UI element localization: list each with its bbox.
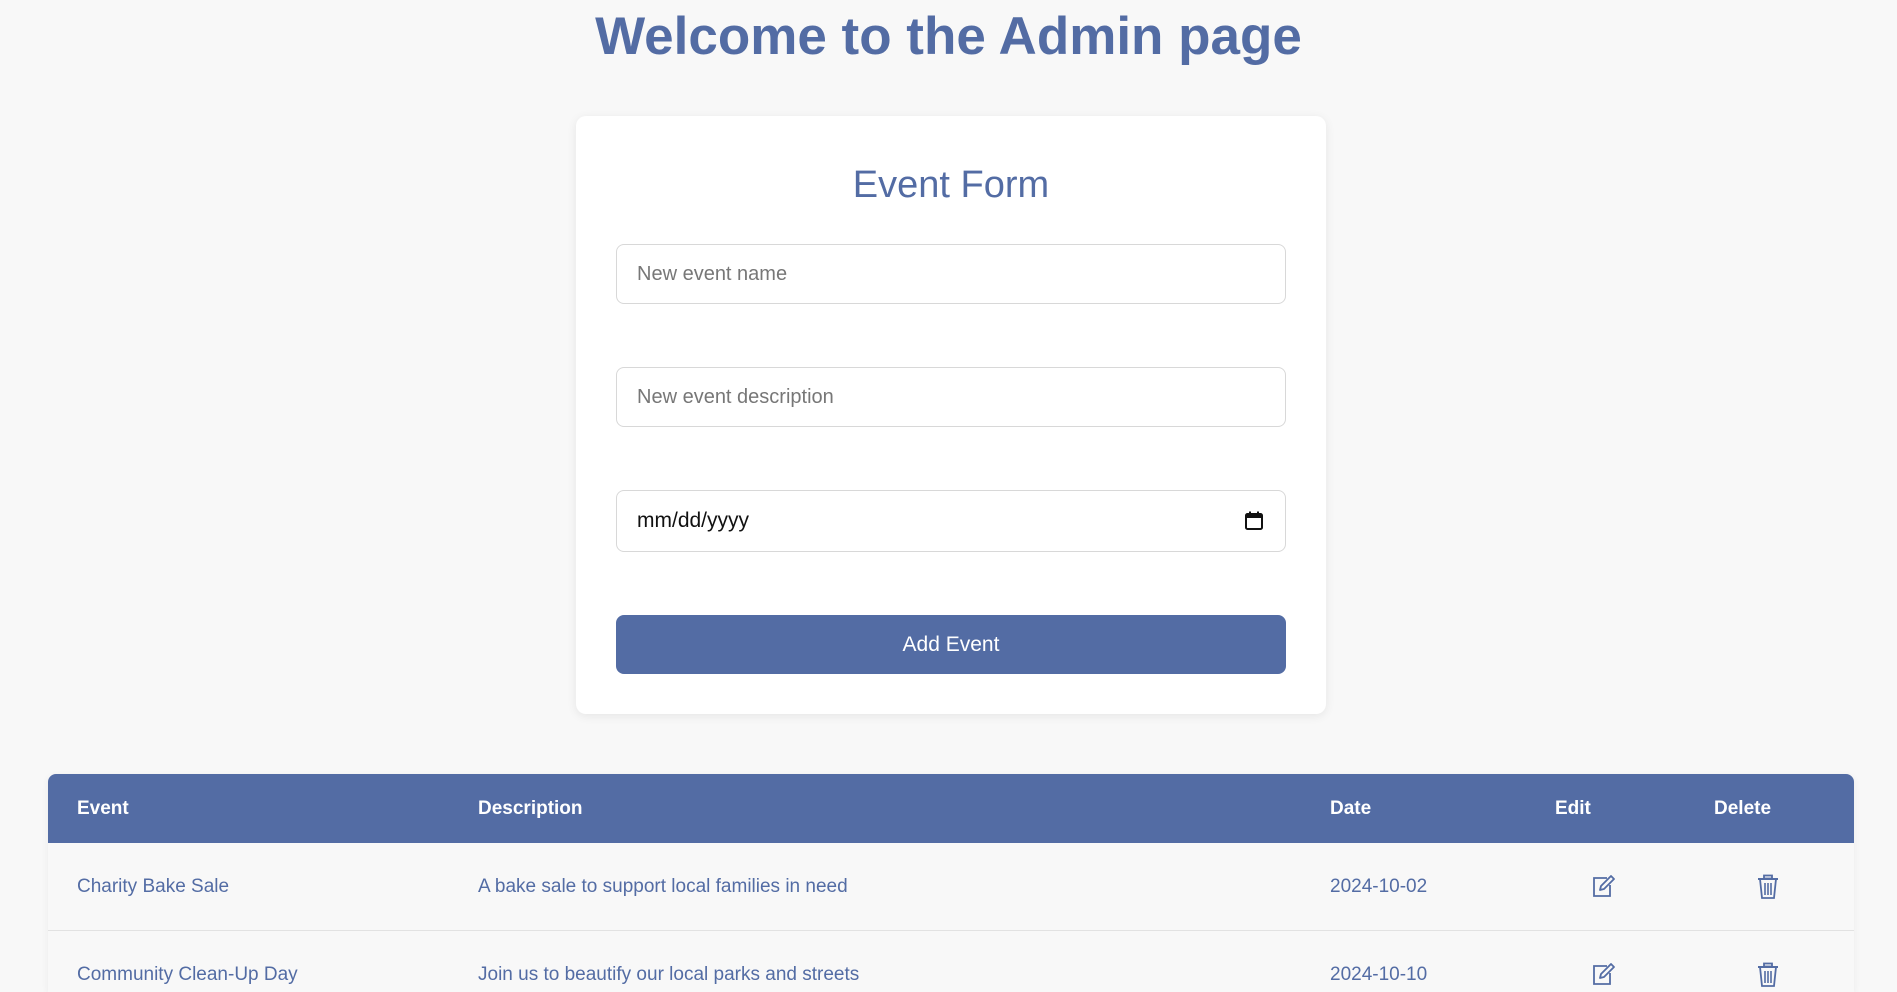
form-title: Event Form: [852, 164, 1050, 206]
add-event-button[interactable]: Add Event: [616, 615, 1286, 674]
trash-icon[interactable]: [1755, 962, 1781, 988]
page-title: Welcome to the Admin page: [595, 7, 1302, 66]
event-description-cell: Join us to beautify our local parks and …: [478, 964, 860, 985]
event-description-input[interactable]: [616, 367, 1286, 427]
edit-icon[interactable]: [1590, 962, 1616, 988]
event-name-cell: Community Clean-Up Day: [77, 964, 298, 985]
header-event: Event: [77, 798, 129, 819]
table-row: Community Clean-Up Day Join us to beauti…: [48, 931, 1854, 992]
header-description: Description: [478, 798, 583, 819]
table-row: Charity Bake Sale A bake sale to support…: [48, 843, 1854, 931]
event-description-cell: A bake sale to support local families in…: [478, 876, 848, 897]
header-edit: Edit: [1555, 798, 1591, 819]
header-date: Date: [1330, 798, 1372, 819]
date-placeholder: mm/dd/yyyy: [637, 509, 750, 532]
trash-icon[interactable]: [1755, 874, 1781, 900]
header-delete: Delete: [1714, 798, 1772, 819]
event-date-cell: 2024-10-10: [1330, 964, 1428, 985]
event-date-input[interactable]: mm/dd/yyyy: [616, 490, 1286, 552]
event-name-cell: Charity Bake Sale: [77, 876, 230, 897]
events-table: Event Description Date Edit Delete Chari…: [48, 774, 1854, 992]
event-date-cell: 2024-10-02: [1330, 876, 1428, 897]
event-form-card: Event Form mm/dd/yyyy Add Event: [576, 116, 1326, 714]
calendar-icon[interactable]: [1243, 510, 1265, 532]
table-header: Event Description Date Edit Delete: [48, 774, 1854, 843]
edit-icon[interactable]: [1590, 874, 1616, 900]
event-name-input[interactable]: [616, 244, 1286, 304]
